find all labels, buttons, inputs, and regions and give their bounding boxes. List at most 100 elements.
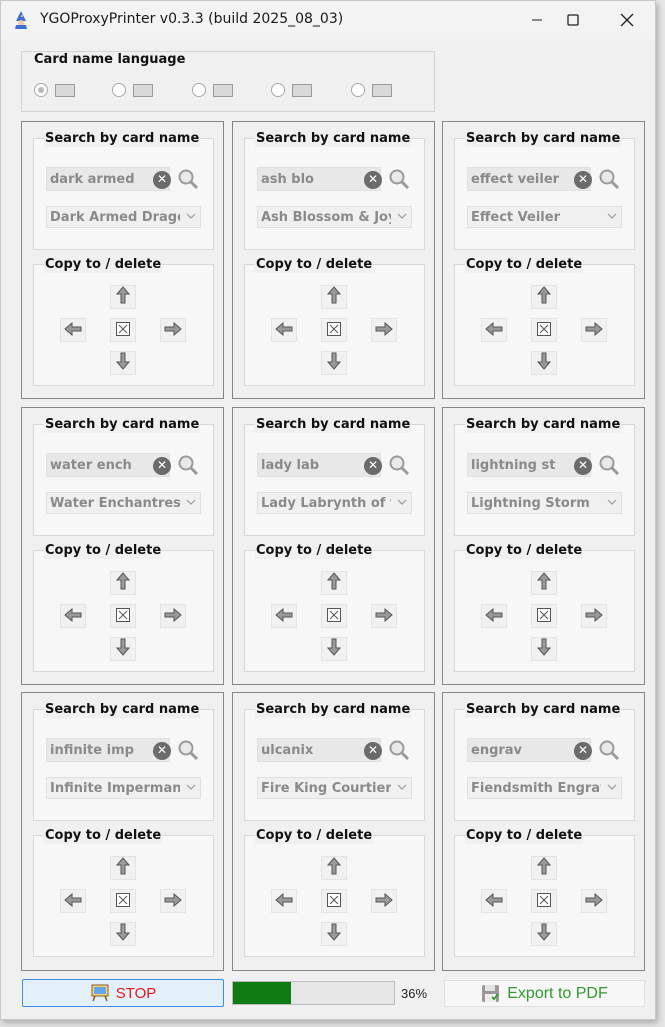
copy-down-button[interactable] bbox=[321, 351, 347, 375]
copy-down-button[interactable] bbox=[531, 637, 557, 661]
clear-search-icon[interactable]: ✕ bbox=[364, 171, 382, 189]
copy-right-button[interactable] bbox=[581, 889, 607, 913]
card-name-select[interactable]: Infinite Impermaner bbox=[46, 777, 201, 799]
copy-right-button[interactable] bbox=[160, 604, 186, 628]
maximize-button[interactable] bbox=[550, 1, 596, 39]
search-icon[interactable] bbox=[598, 454, 621, 477]
search-icon[interactable] bbox=[177, 454, 200, 477]
copy-right-button[interactable] bbox=[581, 604, 607, 628]
copy-delete-label: Copy to / delete bbox=[44, 543, 163, 559]
copy-left-button[interactable] bbox=[60, 889, 86, 913]
clear-search-icon[interactable]: ✕ bbox=[153, 742, 171, 760]
copy-up-button[interactable] bbox=[321, 285, 347, 309]
copy-up-button[interactable] bbox=[110, 856, 136, 880]
copy-left-button[interactable] bbox=[60, 318, 86, 342]
copy-left-button[interactable] bbox=[481, 604, 507, 628]
delete-button[interactable] bbox=[531, 318, 557, 342]
language-radio-2[interactable] bbox=[112, 83, 126, 97]
clear-search-icon[interactable]: ✕ bbox=[574, 742, 592, 760]
card-search-input[interactable]: effect veiler ✕ bbox=[467, 167, 592, 191]
copy-left-button[interactable] bbox=[481, 889, 507, 913]
copy-right-button[interactable] bbox=[581, 318, 607, 342]
search-icon[interactable] bbox=[598, 168, 621, 191]
copy-up-button[interactable] bbox=[531, 856, 557, 880]
card-search-input[interactable]: ash blo ✕ bbox=[257, 167, 382, 191]
card-search-input[interactable]: infinite imp ✕ bbox=[46, 738, 171, 762]
search-icon[interactable] bbox=[598, 739, 621, 762]
copy-delete-group: Copy to / delete bbox=[454, 828, 635, 957]
search-icon[interactable] bbox=[177, 739, 200, 762]
copy-right-button[interactable] bbox=[371, 889, 397, 913]
clear-search-icon[interactable]: ✕ bbox=[364, 742, 382, 760]
card-name-select[interactable]: Fire King Courtier Ul bbox=[257, 777, 412, 799]
chevron-down-icon bbox=[397, 784, 407, 790]
chevron-down-icon bbox=[186, 784, 196, 790]
card-search-input[interactable]: lightning st ✕ bbox=[467, 453, 592, 477]
delete-button[interactable] bbox=[321, 318, 347, 342]
card-search-input[interactable]: engrav ✕ bbox=[467, 738, 592, 762]
copy-down-button[interactable] bbox=[110, 637, 136, 661]
search-icon[interactable] bbox=[177, 168, 200, 191]
copy-left-button[interactable] bbox=[60, 604, 86, 628]
copy-left-button[interactable] bbox=[271, 604, 297, 628]
copy-delete-label: Copy to / delete bbox=[44, 257, 163, 273]
card-search-input[interactable]: ulcanix ✕ bbox=[257, 738, 382, 762]
search-icon[interactable] bbox=[388, 739, 411, 762]
copy-left-button[interactable] bbox=[481, 318, 507, 342]
language-radio-4[interactable] bbox=[271, 83, 285, 97]
search-label: Search by card name bbox=[255, 131, 412, 147]
card-name-select[interactable]: Lightning Storm bbox=[467, 492, 622, 514]
delete-button[interactable] bbox=[531, 889, 557, 913]
copy-left-button[interactable] bbox=[271, 889, 297, 913]
export-pdf-button[interactable]: Export to PDF bbox=[444, 980, 645, 1007]
copy-up-button[interactable] bbox=[110, 571, 136, 595]
card-name-select[interactable]: Water Enchantress bbox=[46, 492, 201, 514]
clear-search-icon[interactable]: ✕ bbox=[574, 457, 592, 475]
copy-down-button[interactable] bbox=[321, 637, 347, 661]
selected-card-name: Infinite Impermaner bbox=[50, 781, 180, 796]
card-search-input[interactable]: dark armed ✕ bbox=[46, 167, 171, 191]
card-name-select[interactable]: Lady Labrynth of th bbox=[257, 492, 412, 514]
copy-right-button[interactable] bbox=[160, 889, 186, 913]
copy-up-button[interactable] bbox=[321, 571, 347, 595]
close-button[interactable] bbox=[604, 1, 650, 39]
delete-button[interactable] bbox=[321, 604, 347, 628]
clear-search-icon[interactable]: ✕ bbox=[153, 457, 171, 475]
copy-down-button[interactable] bbox=[110, 922, 136, 946]
copy-up-button[interactable] bbox=[110, 285, 136, 309]
card-name-select[interactable]: Ash Blossom & Joyo bbox=[257, 206, 412, 228]
language-radio-3[interactable] bbox=[192, 83, 206, 97]
card-name-select[interactable]: Effect Veiler bbox=[467, 206, 622, 228]
delete-button[interactable] bbox=[110, 604, 136, 628]
clear-search-icon[interactable]: ✕ bbox=[574, 171, 592, 189]
language-radio-1[interactable] bbox=[34, 83, 48, 97]
copy-up-button[interactable] bbox=[321, 856, 347, 880]
card-search-input[interactable]: lady lab ✕ bbox=[257, 453, 382, 477]
stop-button[interactable]: STOP bbox=[22, 979, 224, 1007]
search-icon[interactable] bbox=[388, 454, 411, 477]
copy-down-button[interactable] bbox=[110, 351, 136, 375]
export-label: Export to PDF bbox=[507, 984, 608, 1002]
copy-down-button[interactable] bbox=[531, 351, 557, 375]
copy-down-button[interactable] bbox=[531, 922, 557, 946]
card-name-select[interactable]: Dark Armed Dragon bbox=[46, 206, 201, 228]
language-radio-5[interactable] bbox=[351, 83, 365, 97]
card-search-input[interactable]: water ench ✕ bbox=[46, 453, 171, 477]
card-name-select[interactable]: Fiendsmith Engraver bbox=[467, 777, 622, 799]
delete-button[interactable] bbox=[321, 889, 347, 913]
clear-search-icon[interactable]: ✕ bbox=[364, 457, 382, 475]
clear-search-icon[interactable]: ✕ bbox=[153, 171, 171, 189]
copy-down-button[interactable] bbox=[321, 922, 347, 946]
title-bar[interactable]: YGOProxyPrinter v0.3.3 (build 2025_08_03… bbox=[1, 1, 655, 39]
search-icon[interactable] bbox=[388, 168, 411, 191]
copy-right-button[interactable] bbox=[371, 318, 397, 342]
copy-right-button[interactable] bbox=[371, 604, 397, 628]
delete-button[interactable] bbox=[110, 889, 136, 913]
copy-left-button[interactable] bbox=[271, 318, 297, 342]
search-label: Search by card name bbox=[44, 131, 201, 147]
copy-up-button[interactable] bbox=[531, 285, 557, 309]
delete-button[interactable] bbox=[110, 318, 136, 342]
copy-up-button[interactable] bbox=[531, 571, 557, 595]
delete-button[interactable] bbox=[531, 604, 557, 628]
copy-right-button[interactable] bbox=[160, 318, 186, 342]
